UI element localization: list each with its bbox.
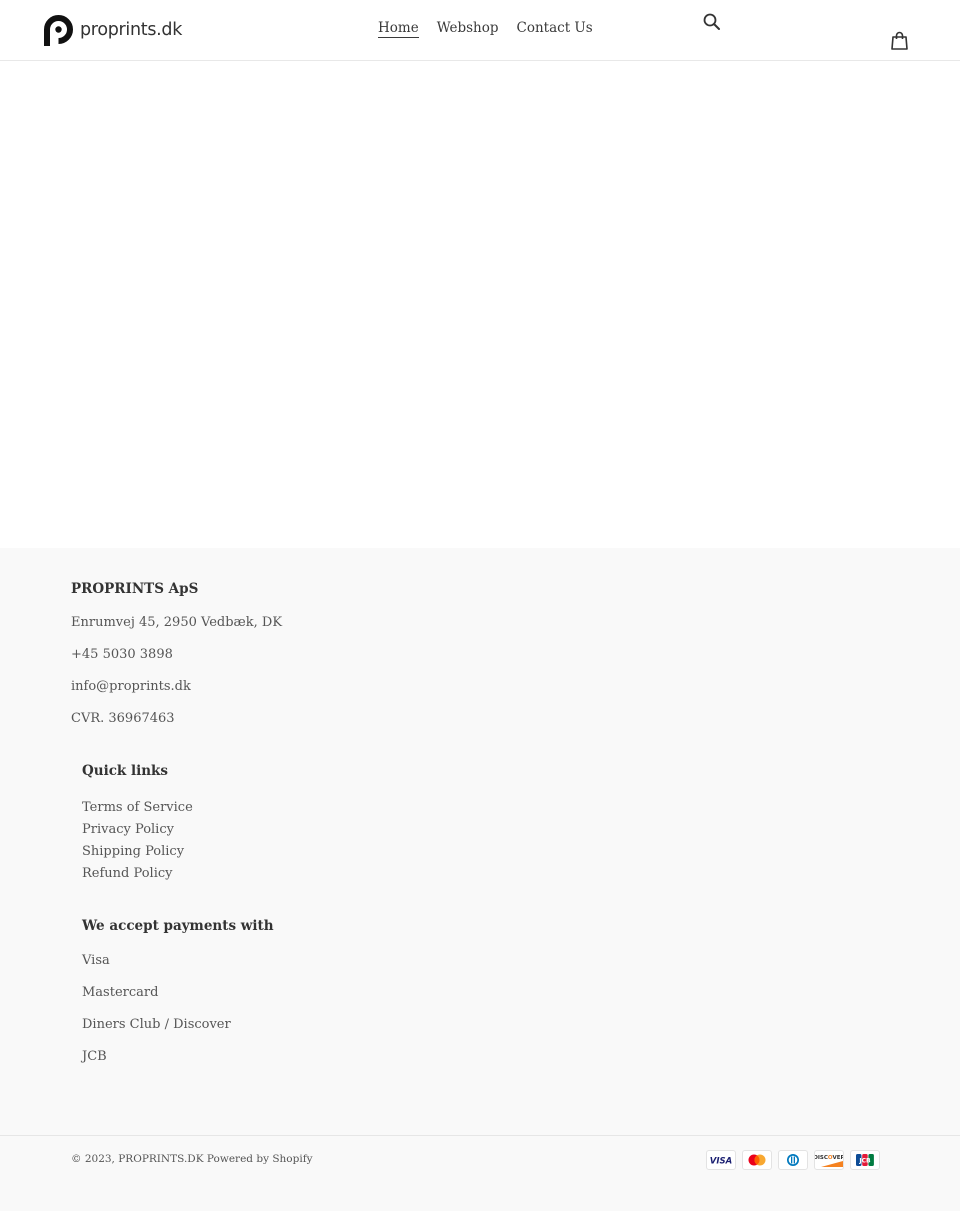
site-header: proprints.dk Home Webshop Contact Us (0, 0, 960, 61)
quick-links-title: Quick links (82, 763, 169, 779)
svg-text:DISCOVER: DISCOVER (815, 1155, 843, 1161)
powered-by-shopify-link[interactable]: Powered by Shopify (207, 1153, 313, 1165)
company-cvr: CVR. 36967463 (71, 711, 175, 726)
link-terms-of-service[interactable]: Terms of Service (82, 797, 193, 819)
payment-method: JCB (82, 1049, 107, 1064)
nav-home[interactable]: Home (378, 20, 419, 38)
quick-links: Quick links Terms of Service Privacy Pol… (82, 763, 193, 885)
logo-icon (44, 15, 73, 46)
payment-method: Visa (82, 953, 110, 968)
nav-webshop[interactable]: Webshop (437, 20, 499, 38)
copyright-text: © 2023, PROPRINTS.DK (71, 1153, 204, 1165)
svg-text:VISA: VISA (710, 1157, 732, 1166)
payment-method: Mastercard (82, 985, 159, 1000)
diners-club-icon (778, 1150, 808, 1170)
mastercard-icon (742, 1150, 772, 1170)
company-info: PROPRINTS ApS Enrumvej 45, 2950 Vedbæk, … (71, 581, 282, 742)
link-refund-policy[interactable]: Refund Policy (82, 863, 193, 885)
footer-divider (0, 1135, 960, 1136)
site-footer: PROPRINTS ApS Enrumvej 45, 2950 Vedbæk, … (0, 548, 960, 1211)
shopping-bag-icon (891, 31, 908, 50)
payment-icons: VISA DISCOVER JCB (706, 1150, 880, 1170)
link-shipping-policy[interactable]: Shipping Policy (82, 841, 193, 863)
copyright: © 2023, PROPRINTS.DK Powered by Shopify (71, 1153, 313, 1165)
logo-text: proprints.dk (80, 19, 183, 40)
search-button[interactable] (702, 12, 722, 32)
nav-contact-us[interactable]: Contact Us (517, 20, 593, 38)
discover-icon: DISCOVER (814, 1150, 844, 1170)
company-title: PROPRINTS ApS (71, 581, 199, 597)
link-privacy-policy[interactable]: Privacy Policy (82, 819, 193, 841)
payments-title: We accept payments with (82, 918, 274, 934)
logo-link[interactable]: proprints.dk (42, 13, 182, 46)
main-nav: Home Webshop Contact Us (378, 20, 593, 38)
svg-text:JCB: JCB (858, 1158, 871, 1165)
search-icon (703, 13, 720, 30)
payment-method: Diners Club / Discover (82, 1017, 231, 1032)
cart-button[interactable] (890, 31, 909, 51)
company-phone: +45 5030 3898 (71, 647, 173, 662)
main-content (0, 62, 960, 548)
company-email: info@proprints.dk (71, 679, 191, 694)
payments-info: We accept payments with Visa Mastercard … (82, 918, 274, 1080)
company-address: Enrumvej 45, 2950 Vedbæk, DK (71, 615, 283, 630)
visa-icon: VISA (706, 1150, 736, 1170)
jcb-icon: JCB (850, 1150, 880, 1170)
